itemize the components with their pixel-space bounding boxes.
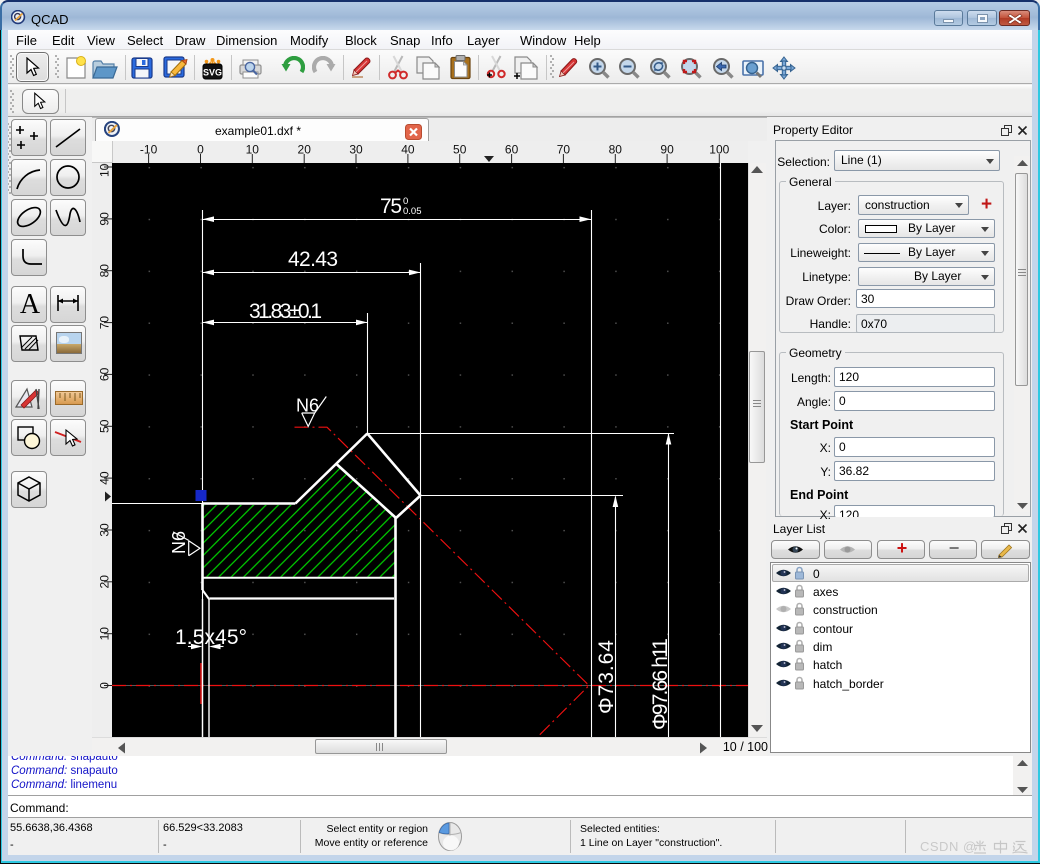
svg-text:70: 70 (98, 316, 112, 330)
svg-text:0: 0 (197, 143, 204, 157)
svg-text:80: 80 (609, 143, 623, 157)
svg-text:20: 20 (298, 143, 312, 157)
svg-text:0: 0 (98, 682, 112, 689)
svg-text:60: 60 (505, 143, 519, 157)
svg-text:30: 30 (98, 523, 112, 537)
svg-text:50: 50 (98, 419, 112, 433)
svg-text:10: 10 (98, 627, 112, 641)
svg-text:10: 10 (246, 143, 260, 157)
svg-text:N6: N6 (296, 396, 319, 416)
svg-text:40: 40 (401, 143, 415, 157)
svg-text:31.83±0.1: 31.83±0.1 (249, 300, 322, 323)
svg-text:40: 40 (98, 471, 112, 485)
svg-text:-10: -10 (140, 143, 158, 157)
svg-text:0.05: 0.05 (403, 206, 422, 217)
svg-text:90: 90 (98, 212, 112, 226)
svg-text:1.5x45°: 1.5x45° (175, 626, 247, 649)
svg-text:50: 50 (453, 143, 467, 157)
svg-text:70: 70 (557, 143, 571, 157)
svg-text:90: 90 (660, 143, 674, 157)
svg-text:20: 20 (98, 575, 112, 589)
svg-text:42.43: 42.43 (288, 248, 338, 271)
svg-text:30: 30 (349, 143, 363, 157)
svg-text:N6: N6 (169, 531, 189, 554)
svg-text:Φ73.64: Φ73.64 (595, 640, 618, 714)
svg-text:100: 100 (98, 163, 112, 177)
svg-text:100: 100 (709, 143, 729, 157)
svg-text:75: 75 (380, 195, 402, 218)
svg-text:SVG: SVG (203, 68, 222, 78)
svg-text:60: 60 (98, 367, 112, 381)
svg-text:Φ97.66 h11: Φ97.66 h11 (649, 638, 672, 730)
svg-text:80: 80 (98, 264, 112, 278)
